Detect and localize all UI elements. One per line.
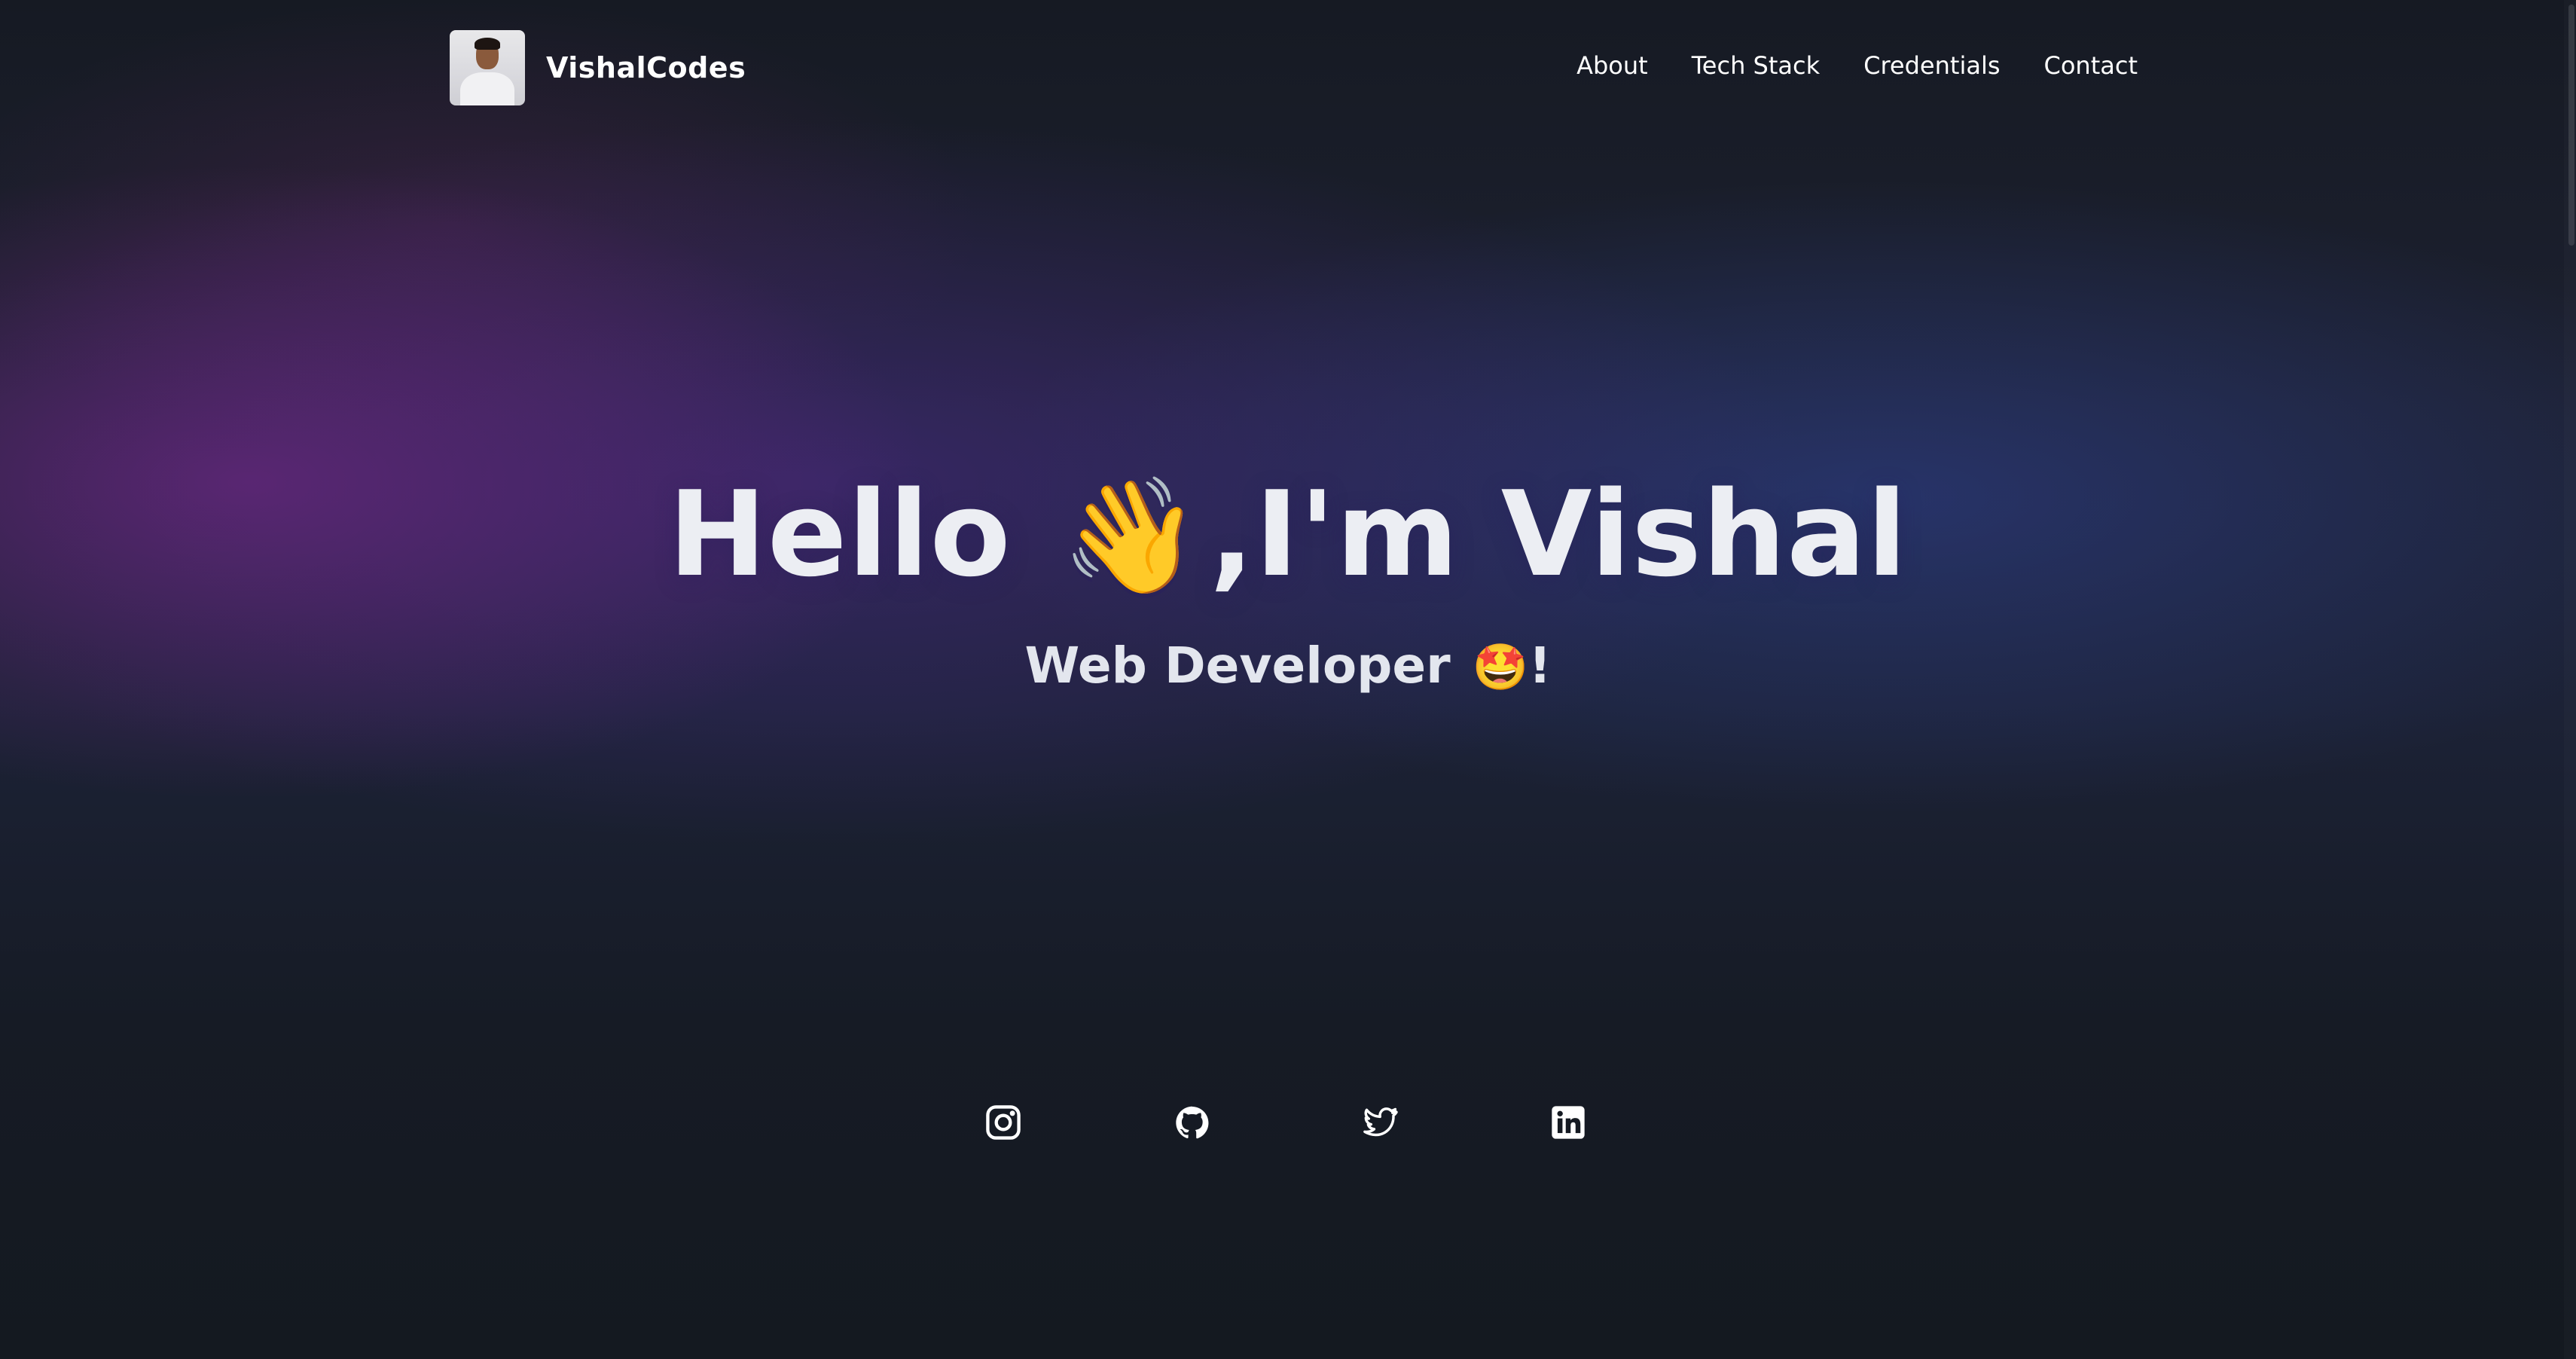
nav-link-about[interactable]: About bbox=[1576, 51, 1648, 80]
hero-exclamation: ! bbox=[1528, 637, 1552, 695]
hero-role: Web Developer bbox=[1024, 637, 1451, 695]
twitter-icon bbox=[1363, 1107, 1398, 1137]
hero-title: Hello 👋,I'm Vishal bbox=[0, 466, 2576, 603]
page: VishalCodes About Tech Stack Credentials… bbox=[0, 0, 2576, 1359]
github-link[interactable] bbox=[1170, 1100, 1215, 1145]
linkedin-icon bbox=[1552, 1106, 1585, 1139]
nav-link-credentials[interactable]: Credentials bbox=[1863, 51, 2000, 80]
main-nav: About Tech Stack Credentials Contact bbox=[1576, 51, 2138, 80]
hero-name: ,I'm Vishal bbox=[1209, 466, 1908, 603]
hero-greeting: Hello bbox=[668, 466, 1012, 603]
scrollbar[interactable] bbox=[2564, 0, 2576, 1359]
scrollbar-thumb[interactable] bbox=[2568, 5, 2574, 246]
linkedin-link[interactable] bbox=[1546, 1100, 1591, 1145]
star-struck-icon: 🤩 bbox=[1472, 641, 1529, 694]
instagram-icon bbox=[986, 1105, 1021, 1140]
brand-name[interactable]: VishalCodes bbox=[546, 51, 746, 84]
twitter-link[interactable] bbox=[1357, 1100, 1402, 1145]
waving-hand-icon: 👋 bbox=[1060, 471, 1202, 602]
brand[interactable]: VishalCodes bbox=[450, 29, 746, 106]
social-links bbox=[0, 1100, 2576, 1145]
nav-link-contact[interactable]: Contact bbox=[2044, 51, 2138, 80]
instagram-link[interactable] bbox=[981, 1100, 1026, 1145]
nav-link-tech-stack[interactable]: Tech Stack bbox=[1692, 51, 1820, 80]
hero-subtitle: Web Developer 🤩! bbox=[0, 637, 2576, 695]
avatar bbox=[450, 30, 525, 105]
github-icon bbox=[1176, 1106, 1209, 1139]
